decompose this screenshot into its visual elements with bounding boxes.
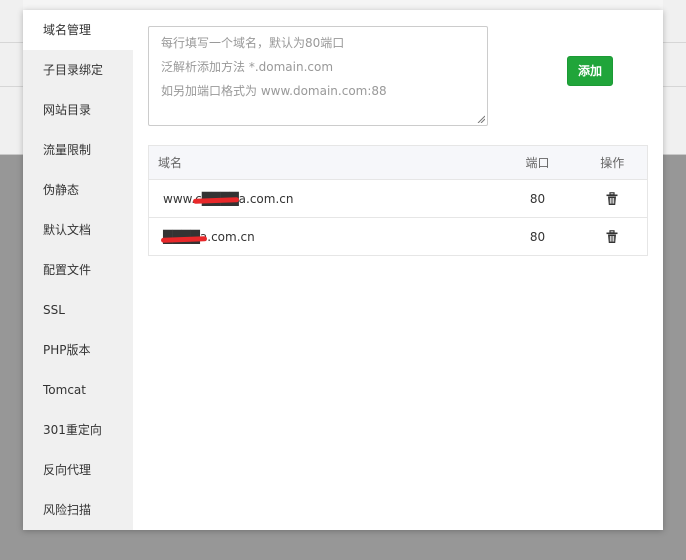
side-item-domain-management[interactable]: 域名管理 <box>23 10 133 50</box>
domain-input-placeholder-line-2: 泛解析添加方法 *.domain.com <box>161 60 334 74</box>
add-domain-button[interactable]: 添加 <box>567 56 613 86</box>
domain-name: www.c████a.com.cn <box>163 192 293 206</box>
column-header-action: 操作 <box>577 145 648 180</box>
side-item-default-document[interactable]: 默认文档 <box>23 210 133 250</box>
side-item-ssl[interactable]: SSL <box>23 290 133 330</box>
side-item-risk-scan[interactable]: 风险扫描 <box>23 490 133 530</box>
port-cell: 80 <box>497 217 578 256</box>
redaction-mark <box>192 196 240 204</box>
settings-side-nav: 域名管理 子目录绑定 网站目录 流量限制 伪静态 默认文档 配置文件 SSL P… <box>23 10 133 530</box>
domain-input[interactable]: 每行填写一个域名，默认为80端口 泛解析添加方法 *.domain.com 如另… <box>148 26 488 126</box>
domain-input-placeholder-line-3: 如另加端口格式为 www.domain.com:88 <box>161 84 387 98</box>
side-item-php-version[interactable]: PHP版本 <box>23 330 133 370</box>
domain-cell: ████a.com.cn <box>148 217 498 256</box>
action-cell <box>577 217 648 256</box>
table-row: ████a.com.cn 80 <box>148 217 648 256</box>
side-item-tomcat[interactable]: Tomcat <box>23 370 133 410</box>
domain-name: ████a.com.cn <box>160 230 255 244</box>
resize-grip-icon[interactable] <box>477 115 485 123</box>
side-item-subdirectory-binding[interactable]: 子目录绑定 <box>23 50 133 90</box>
dialog-title-bar <box>23 0 663 10</box>
table-row: www.c████a.com.cn 80 <box>148 179 648 218</box>
delete-trash-icon[interactable] <box>605 229 619 244</box>
side-item-301-redirect[interactable]: 301重定向 <box>23 410 133 450</box>
redaction-mark <box>160 235 208 243</box>
port-cell: 80 <box>497 179 578 218</box>
domain-cell: www.c████a.com.cn <box>148 179 498 218</box>
delete-trash-icon[interactable] <box>605 191 619 206</box>
side-item-reverse-proxy[interactable]: 反向代理 <box>23 450 133 490</box>
column-header-domain: 域名 <box>148 145 498 180</box>
side-item-rewrite[interactable]: 伪静态 <box>23 170 133 210</box>
side-item-traffic-limit[interactable]: 流量限制 <box>23 130 133 170</box>
site-settings-dialog: 域名管理 子目录绑定 网站目录 流量限制 伪静态 默认文档 配置文件 SSL P… <box>23 10 663 530</box>
table-header-row: 域名 端口 操作 <box>148 145 648 180</box>
domain-input-placeholder-line-1: 每行填写一个域名，默认为80端口 <box>161 36 345 50</box>
side-item-site-directory[interactable]: 网站目录 <box>23 90 133 130</box>
column-header-port: 端口 <box>497 145 578 180</box>
action-cell <box>577 179 648 218</box>
domain-table: 域名 端口 操作 www.c████a.com.cn 80 <box>148 145 648 256</box>
side-item-config-file[interactable]: 配置文件 <box>23 250 133 290</box>
